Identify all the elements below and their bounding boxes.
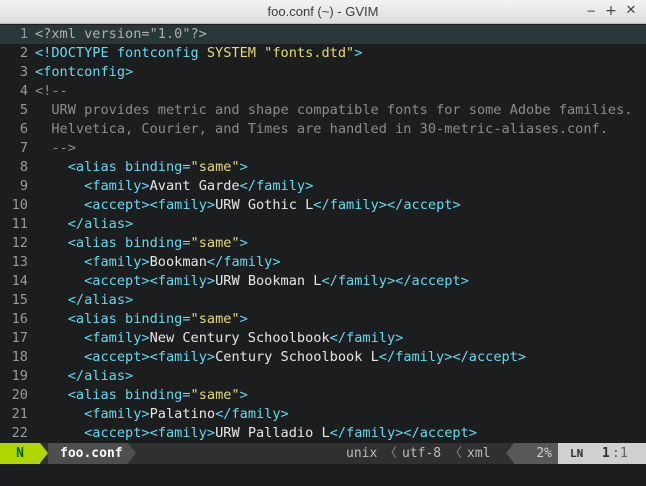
line-number: 2 xyxy=(19,45,28,61)
code-text: <family>Bookman</family> xyxy=(84,254,281,270)
line-number: 8 xyxy=(19,159,28,175)
line-number: 10 xyxy=(11,197,28,213)
code-text: --> xyxy=(35,140,76,156)
line-number-icon: LN xyxy=(570,447,584,460)
code-line[interactable]: 21 <family>Palatino</family> xyxy=(0,405,646,424)
code-line[interactable]: 20 <alias binding="same"> xyxy=(0,386,646,405)
line-number: 1 xyxy=(19,26,28,42)
fileformat-label: unix xyxy=(346,446,378,461)
filename-separator-arrow xyxy=(128,443,136,463)
code-text: <family>New Century Schoolbook</family> xyxy=(84,330,404,346)
line-number: 11 xyxy=(11,216,28,232)
line-number: 5 xyxy=(19,102,28,118)
line-number: 20 xyxy=(11,387,28,403)
line-number: 7 xyxy=(19,140,28,156)
code-line[interactable]: 13 <family>Bookman</family> xyxy=(0,253,646,272)
percent-label: 2% xyxy=(514,443,558,464)
line-number: 14 xyxy=(11,273,28,289)
code-text: <alias binding="same"> xyxy=(67,159,248,175)
code-text: <family>Palatino</family> xyxy=(84,406,289,422)
gvim-window: foo.conf (~) - GVIM − + ✕ 1 <?xml version… xyxy=(0,0,646,486)
code-line[interactable]: 22 <accept><family>URW Palladio L</famil… xyxy=(0,424,646,443)
line-number: 22 xyxy=(11,425,28,441)
line-number: 15 xyxy=(11,292,28,308)
percent-separator-arrow xyxy=(506,443,514,463)
code-text: <alias binding="same"> xyxy=(67,235,248,251)
code-text: <accept><family>URW Palladio L</family><… xyxy=(84,425,477,441)
close-button[interactable]: ✕ xyxy=(623,3,639,19)
code-text: <accept><family>URW Gothic L</family></a… xyxy=(84,197,461,213)
minimize-button[interactable]: − xyxy=(583,3,599,19)
code-text: </alias> xyxy=(67,216,134,232)
line-number: 21 xyxy=(11,406,28,422)
encoding-label: utf-8 xyxy=(402,446,442,461)
code-line[interactable]: 12 <alias binding="same"> xyxy=(0,234,646,253)
line-number: 13 xyxy=(11,254,28,270)
mode-indicator: N xyxy=(0,443,40,464)
line-number: 9 xyxy=(19,178,28,194)
code-line[interactable]: 15 </alias> xyxy=(0,291,646,310)
separator-icon: 〈 xyxy=(384,446,398,461)
code-line[interactable]: 14 <accept><family>URW Bookman L</family… xyxy=(0,272,646,291)
line-number: 16 xyxy=(11,311,28,327)
window-title: foo.conf (~) - GVIM xyxy=(267,4,379,19)
line-number: 17 xyxy=(11,330,28,346)
position-separator-arrow xyxy=(558,443,566,463)
line-number: 19 xyxy=(11,368,28,384)
code-text: Helvetica, Courier, and Times are handle… xyxy=(35,121,608,137)
code-text: <accept><family>URW Bookman L</family></… xyxy=(84,273,469,289)
code-line[interactable]: 16 <alias binding="same"> xyxy=(0,310,646,329)
text-editor-area[interactable]: 1 <?xml version="1.0"?> 2 <!DOCTYPE fontcon… xyxy=(0,25,646,443)
code-text: <accept><family>Century Schoolbook L</fa… xyxy=(84,349,527,365)
cursor-line: 1 xyxy=(602,446,610,461)
line-number: 12 xyxy=(11,235,28,251)
code-text: </alias> xyxy=(67,368,134,384)
code-line[interactable]: 9 <family>Avant Garde</family> xyxy=(0,177,646,196)
line-number: 6 xyxy=(19,121,28,137)
code-text: <!-- xyxy=(35,83,68,99)
code-text: </alias> xyxy=(67,292,134,308)
line-number: 4 xyxy=(19,83,28,99)
filename-label: foo.conf xyxy=(48,443,128,464)
code-line[interactable]: 8 <alias binding="same"> xyxy=(0,158,646,177)
code-line[interactable]: 5 URW provides metric and shape compatib… xyxy=(0,101,646,120)
code-text: URW provides metric and shape compatible… xyxy=(35,102,633,118)
filetype-label: xml xyxy=(467,446,491,461)
cursor-column: 1 xyxy=(620,446,628,461)
line-number: 18 xyxy=(11,349,28,365)
status-line: N foo.conf unix 〈 utf-8 〈 xml 2% LN 1 : … xyxy=(0,443,646,464)
code-line[interactable]: 2 <!DOCTYPE fontconfig SYSTEM "fonts.dtd"… xyxy=(0,44,646,63)
code-line[interactable]: 7 --> xyxy=(0,139,646,158)
maximize-button[interactable]: + xyxy=(603,3,619,19)
code-line[interactable]: 17 <family>New Century Schoolbook</famil… xyxy=(0,329,646,348)
mode-separator-arrow xyxy=(40,443,48,463)
position-colon: : xyxy=(612,446,620,461)
code-line[interactable]: 11 </alias> xyxy=(0,215,646,234)
code-line[interactable]: 1 <?xml version="1.0"?> xyxy=(0,25,646,44)
code-line[interactable]: 4 <!-- xyxy=(0,82,646,101)
command-line[interactable] xyxy=(0,464,646,486)
separator-icon: 〈 xyxy=(449,446,463,461)
line-number: 3 xyxy=(19,64,28,80)
code-text: <family>Avant Garde</family> xyxy=(84,178,314,194)
position-segment: LN 1 : 1 xyxy=(558,443,646,464)
code-line[interactable]: 19 </alias> xyxy=(0,367,646,386)
code-text: <alias binding="same"> xyxy=(67,311,248,327)
code-text: <!DOCTYPE fontconfig SYSTEM "fonts.dtd"> xyxy=(35,45,363,61)
code-text: <?xml version="1.0"?> xyxy=(35,26,207,42)
title-bar[interactable]: foo.conf (~) - GVIM − + ✕ xyxy=(0,0,646,24)
code-text: <fontconfig> xyxy=(35,64,134,80)
code-text: <alias binding="same"> xyxy=(67,387,248,403)
code-line[interactable]: 3 <fontconfig> xyxy=(0,63,646,82)
code-line[interactable]: 10 <accept><family>URW Gothic L</family>… xyxy=(0,196,646,215)
code-line[interactable]: 18 <accept><family>Century Schoolbook L<… xyxy=(0,348,646,367)
code-line[interactable]: 6 Helvetica, Courier, and Times are hand… xyxy=(0,120,646,139)
